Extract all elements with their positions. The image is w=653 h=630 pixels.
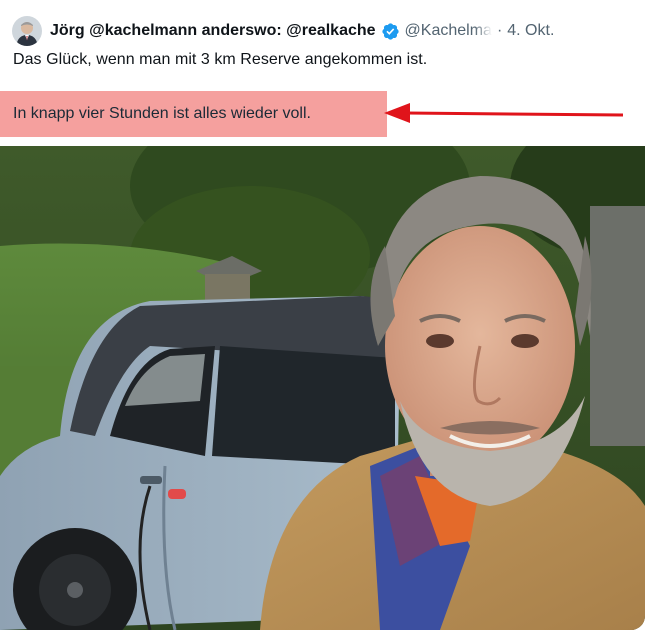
red-arrow-icon: [384, 103, 624, 123]
verified-badge-icon: [381, 22, 399, 40]
tweet-card[interactable]: Jörg @kachelmann anderswo: @realkache @K…: [0, 0, 653, 630]
display-name[interactable]: Jörg @kachelmann anderswo: @realkache: [50, 22, 376, 40]
selfie-with-car-image: [0, 146, 645, 630]
tweet-photo[interactable]: [0, 146, 645, 630]
separator-dot: ·: [496, 22, 503, 39]
tweet-text: Das Glück, wenn man mit 3 km Reserve ang…: [13, 51, 428, 68]
avatar[interactable]: [12, 16, 42, 46]
tweet-header: Jörg @kachelmann anderswo: @realkache @K…: [12, 16, 647, 46]
user-handle[interactable]: @Kachelma: [405, 22, 492, 40]
tweet-date[interactable]: 4. Okt.: [507, 22, 554, 40]
highlighted-annotation: In knapp vier Stunden ist alles wieder v…: [0, 91, 387, 137]
highlight-text: In knapp vier Stunden ist alles wieder v…: [13, 105, 311, 122]
